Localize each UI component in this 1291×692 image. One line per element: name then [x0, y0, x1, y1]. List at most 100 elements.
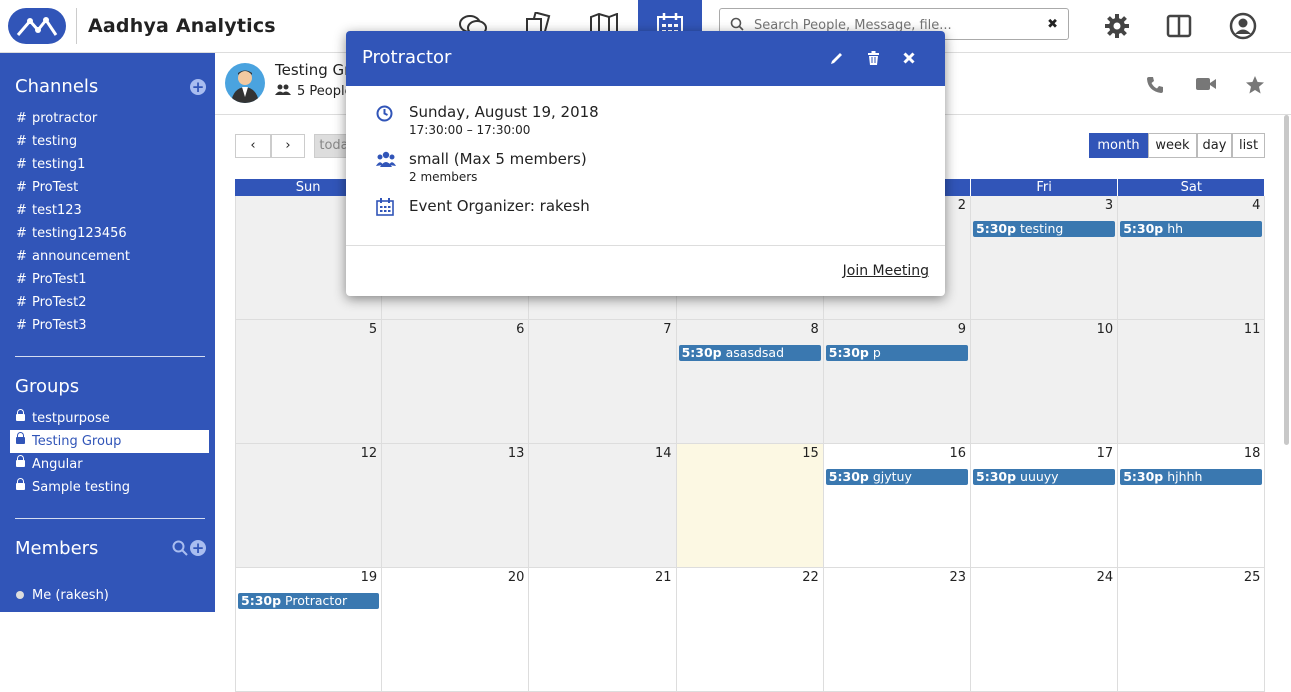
calendar-day-cell[interactable]: 16 5:30p gjytuy	[823, 444, 971, 568]
next-button[interactable]: ›	[271, 134, 305, 158]
split-view-icon[interactable]	[1161, 8, 1197, 44]
day-number: 5	[368, 322, 378, 337]
calendar-event[interactable]: 5:30p hh	[1120, 221, 1263, 237]
event-time: 5:30p	[976, 469, 1017, 484]
calendar-event[interactable]: 5:30p Protractor	[238, 593, 380, 609]
sidebar-item-channel[interactable]: # ProTest	[16, 176, 215, 199]
scrollbar[interactable]	[1284, 115, 1289, 445]
calendar-day-cell[interactable]: 6	[382, 320, 530, 444]
logo-icon	[8, 8, 66, 44]
calendar-day-cell[interactable]: 10	[971, 320, 1119, 444]
event-title: uuuyy	[1016, 469, 1059, 484]
calendar-event[interactable]: 5:30p testing	[973, 221, 1116, 237]
calendar-day-cell[interactable]: 19 5:30p Protractor	[235, 568, 383, 692]
day-number: 7	[663, 322, 672, 337]
calendar-event[interactable]: 5:30p uuuyy	[973, 469, 1116, 485]
star-icon[interactable]	[1245, 75, 1265, 95]
calendar-event[interactable]: 5:30p p	[825, 345, 968, 361]
day-number: 18	[1243, 446, 1261, 461]
calendar-day-cell[interactable]: 22	[676, 568, 824, 692]
status-dot-icon	[16, 591, 24, 599]
edit-icon[interactable]	[828, 49, 846, 67]
view-week-button[interactable]: week	[1148, 133, 1197, 158]
prev-button[interactable]: ‹	[235, 134, 271, 158]
calendar-event[interactable]: 5:30p gjytuy	[825, 469, 968, 485]
sidebar-item-channel[interactable]: # test123	[16, 199, 215, 222]
calendar-day-cell[interactable]: 8 5:30p asasdsad	[676, 320, 824, 444]
people-count: 5 People	[275, 84, 353, 99]
popup-divider	[346, 245, 945, 246]
add-channel-icon[interactable]: +	[190, 79, 206, 95]
sidebar-item-group[interactable]: Sample testing	[16, 476, 215, 499]
sidebar-item-group[interactable]: Testing Group	[10, 430, 209, 453]
hash-icon: #	[16, 226, 27, 241]
day-number: 6	[516, 322, 525, 337]
sidebar-item-channel[interactable]: # testing123456	[16, 222, 215, 245]
sidebar-item-channel[interactable]: # protractor	[16, 107, 215, 130]
search-members-icon[interactable]	[172, 540, 188, 556]
day-number: 12	[360, 446, 378, 461]
calendar-day-cell[interactable]: 3 5:30p testing	[971, 196, 1119, 320]
gear-icon[interactable]	[1099, 8, 1135, 44]
sidebar-item-channel[interactable]: # ProTest2	[16, 291, 215, 314]
view-list-button[interactable]: list	[1232, 133, 1265, 158]
event-title: hjhhh	[1163, 469, 1203, 484]
people-icon	[275, 84, 291, 95]
day-number: 21	[655, 570, 672, 585]
calendar-day-cell[interactable]: 17 5:30p uuuyy	[971, 444, 1119, 568]
calendar-day-cell[interactable]: 13	[382, 444, 530, 568]
event-title: Protractor	[281, 593, 348, 608]
sidebar-item-group[interactable]: Angular	[16, 453, 215, 476]
channel-label: announcement	[32, 249, 131, 264]
hash-icon: #	[16, 111, 27, 126]
calendar-day-cell[interactable]: 23	[823, 568, 971, 692]
calendar-day-cell[interactable]: 15	[676, 444, 824, 568]
phone-icon[interactable]	[1145, 75, 1165, 95]
sidebar-item-channel[interactable]: # testing	[16, 130, 215, 153]
delete-icon[interactable]	[864, 49, 882, 67]
sidebar-item-channel[interactable]: # testing1	[16, 153, 215, 176]
calendar-day-cell[interactable]: 11	[1118, 320, 1266, 444]
calendar-day-cell[interactable]: 24	[971, 568, 1119, 692]
close-icon[interactable]	[900, 49, 918, 67]
day-header: Fri	[971, 179, 1119, 196]
calendar-day-cell[interactable]: 14	[529, 444, 677, 568]
calendar-day-cell[interactable]: 20	[382, 568, 530, 692]
hash-icon: #	[16, 180, 27, 195]
channel-label: ProTest3	[32, 318, 87, 333]
day-number: 4	[1252, 198, 1261, 213]
event-size: small (Max 5 members)	[409, 150, 587, 168]
group-icon	[376, 151, 396, 167]
day-number: 15	[802, 446, 819, 461]
video-call-icon[interactable]	[1195, 75, 1217, 93]
calendar-day-cell[interactable]: 9 5:30p p	[823, 320, 971, 444]
day-number: 19	[360, 570, 378, 585]
calendar-day-cell[interactable]: 4 5:30p hh	[1118, 196, 1266, 320]
calendar-day-cell[interactable]: 5	[235, 320, 383, 444]
clear-search-icon[interactable]: ✖	[1047, 17, 1058, 32]
calendar-event[interactable]: 5:30p asasdsad	[678, 345, 821, 361]
sidebar-item-member[interactable]: Me (rakesh)	[16, 584, 215, 607]
view-month-button[interactable]: month	[1089, 133, 1148, 158]
view-day-button[interactable]: day	[1197, 133, 1232, 158]
user-profile-icon[interactable]	[1225, 8, 1261, 44]
calendar-day-cell[interactable]: 12	[235, 444, 383, 568]
calendar-day-cell[interactable]: 21	[529, 568, 677, 692]
group-label: Testing Group	[32, 434, 122, 449]
calendar-day-cell[interactable]: 7	[529, 320, 677, 444]
hash-icon: #	[16, 134, 27, 149]
add-member-icon[interactable]: +	[190, 540, 206, 556]
day-number: 11	[1243, 322, 1261, 337]
day-number: 20	[507, 570, 525, 585]
event-popup: Protractor Sunday, August 19, 2018 17:30…	[346, 31, 945, 296]
sidebar-item-channel[interactable]: # ProTest3	[16, 314, 215, 337]
join-meeting-link[interactable]: Join Meeting	[843, 263, 929, 279]
calendar-day-cell[interactable]: 18 5:30p hjhhh	[1118, 444, 1266, 568]
sidebar-item-channel[interactable]: # announcement	[16, 245, 215, 268]
group-label: testpurpose	[32, 411, 110, 426]
calendar-day-cell[interactable]: 25	[1118, 568, 1266, 692]
day-number: 3	[1104, 198, 1114, 213]
sidebar-item-channel[interactable]: # ProTest1	[16, 268, 215, 291]
sidebar-item-group[interactable]: testpurpose	[16, 407, 215, 430]
calendar-event[interactable]: 5:30p hjhhh	[1120, 469, 1263, 485]
